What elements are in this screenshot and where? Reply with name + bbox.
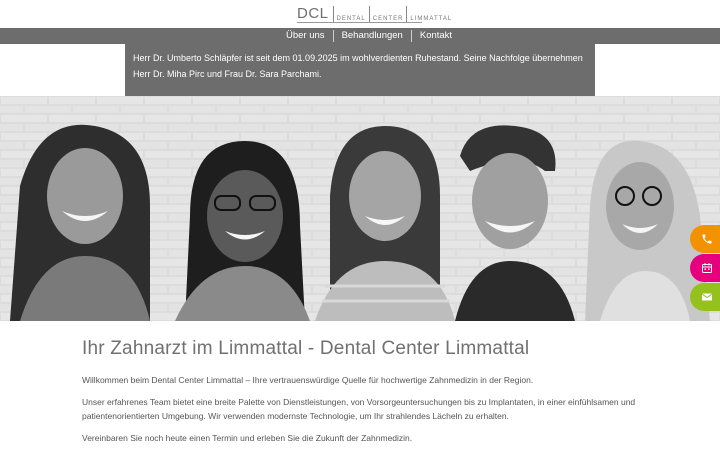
logo-underline <box>297 22 422 23</box>
retirement-notice: Herr Dr. Umberto Schläpfer ist seit dem … <box>125 44 595 96</box>
nav-item-ueber-uns[interactable]: Über uns <box>278 30 334 42</box>
slider-dots <box>351 303 387 307</box>
nav-item-kontakt[interactable]: Kontakt <box>412 30 460 42</box>
logo-word-center: CENTER <box>370 6 408 23</box>
main-nav-bar: Über uns Behandlungen Kontakt <box>0 28 720 44</box>
calendar-button[interactable] <box>690 254 720 282</box>
page-title: Ihr Zahnarzt im Limmattal - Dental Cente… <box>82 338 530 359</box>
main-content: Ihr Zahnarzt im Limmattal - Dental Cente… <box>82 335 642 450</box>
phone-icon <box>702 234 712 244</box>
mail-button[interactable] <box>690 283 720 311</box>
main-nav: Über uns Behandlungen Kontakt <box>278 28 460 44</box>
site-header: DCL DENTAL CENTER LIMMATTAL <box>0 0 720 28</box>
slider-dot[interactable] <box>383 303 387 307</box>
team-paragraph: Unser erfahrenes Team bietet eine breite… <box>82 397 636 421</box>
hero-image <box>0 96 720 321</box>
hero-slider[interactable] <box>0 96 720 321</box>
site-logo[interactable]: DCL DENTAL CENTER LIMMATTAL <box>297 5 455 23</box>
appointment-paragraph: Vereinbaren Sie noch heute einen Termin … <box>82 433 413 443</box>
phone-button[interactable] <box>690 225 720 253</box>
slider-dot[interactable] <box>351 303 355 307</box>
logo-word-dental: DENTAL <box>334 6 370 23</box>
mail-icon <box>701 293 713 301</box>
slider-dot[interactable] <box>367 303 371 307</box>
nav-item-behandlungen[interactable]: Behandlungen <box>334 30 412 42</box>
slider-dot[interactable] <box>359 303 363 307</box>
calendar-icon <box>702 263 712 273</box>
logo-mark: DCL <box>297 6 334 23</box>
logo-word-limmattal: LIMMATTAL <box>410 16 453 22</box>
intro-paragraph: Willkommen beim Dental Center Limmattal … <box>82 375 534 385</box>
slider-dot[interactable] <box>375 303 379 307</box>
